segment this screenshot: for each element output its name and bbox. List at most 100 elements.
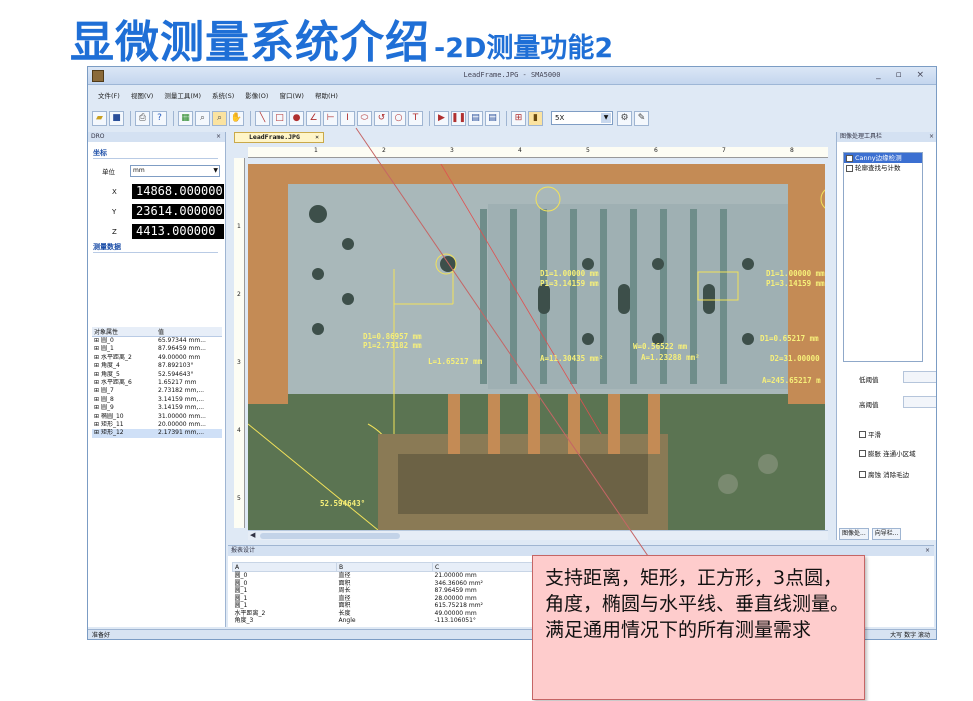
slide-title-main: 显微测量系统介绍 [70,17,430,68]
document-tab[interactable]: LeadFrame.JPG × [234,132,324,143]
table-row[interactable]: ⊞ 矩形_11 20.00000 mm... [92,421,222,429]
crosshair-icon[interactable]: ⊞ [511,110,526,126]
app-window: LeadFrame.JPG - SMA5000 _ ▫ × 文件(F) 视图(V… [87,66,937,640]
menu-help[interactable]: 帮助(H) [315,90,338,100]
play-icon[interactable]: ▶ [434,110,449,126]
circle-tool-icon[interactable]: ● [289,110,304,126]
processing-item-canny[interactable]: Canny边缘检测 [844,153,922,163]
annotation-rect-area: A=1.23288 mm² [641,353,700,362]
horizontal-distance-icon[interactable]: ⊢ [323,110,338,126]
table-row[interactable]: ⊞ 圆_0 65.97344 mm... [92,337,222,346]
three-point-circle-icon[interactable]: ○ [391,110,406,126]
text-tool-icon[interactable]: T [408,110,423,126]
dilate-option[interactable]: 膨胀 连通小区域 [859,448,916,458]
chevron-left-icon[interactable]: ◀ [250,531,255,539]
vertical-distance-icon[interactable]: I [340,110,355,126]
annotation-angle: 52.594643° [320,499,366,508]
table-row[interactable]: ⊞ 水平距离_6 1.65217 mm [92,379,222,387]
table-row[interactable]: ⊞ 圆_1 87.96459 mm... [92,345,222,353]
ellipse-tool-icon[interactable]: ⬭ [357,110,372,126]
horizontal-scrollbar[interactable]: ◀ [248,530,828,540]
table-row[interactable]: 圆_0 面积 346.36060 mm² [233,580,533,588]
menu-measure-tools[interactable]: 测量工具(M) [164,90,201,100]
table-row[interactable]: ⊞ 圆_7 2.73182 mm,... [92,387,222,395]
calibrate-icon[interactable]: ⚙ [617,110,632,126]
table-row[interactable]: 角度_3 Angle -113.106051° [233,617,533,625]
open-icon[interactable]: ▰ [92,110,107,126]
menu-view[interactable]: 视图(V) [131,90,154,100]
toolbar: ▰ ■ ⎙ ? ▦ ⌕ ⌕ ✋ ╲ □ ● ∠ ⊢ I ⬭ ↺ ○ T ▶ ❚❚… [92,107,934,129]
title-bar: LeadFrame.JPG - SMA5000 _ ▫ × [88,67,936,85]
table-row[interactable]: ⊞ 角度_5 52.594643° [92,371,222,379]
print-icon[interactable]: ⎙ [135,110,150,126]
window-controls[interactable]: _ ▫ × [876,70,930,80]
high-threshold-slider[interactable] [903,396,936,408]
row-value: 20.00000 mm... [158,421,206,429]
table-row[interactable]: ⊞ 圆_9 3.14159 mm,... [92,404,222,412]
save-icon[interactable]: ■ [109,110,124,126]
menu-window[interactable]: 窗口(W) [279,90,304,100]
table-row[interactable]: ⊞ 矩形_12 2.17391 mm,... [92,429,222,438]
rectangle-tool-icon[interactable]: □ [272,110,287,126]
processing-item-contour[interactable]: 轮廓查找与计数 [844,163,922,173]
angle-tool-icon[interactable]: ∠ [306,110,321,126]
coord-y-value: 23614.000000 [132,204,224,219]
unit-value: mm [133,167,145,174]
close-icon[interactable]: × [315,133,319,142]
table-row[interactable]: 圆_0 直径 21.00000 mm [233,572,533,580]
arc-tool-icon[interactable]: ↺ [374,110,389,126]
menu-image[interactable]: 影像(O) [245,90,268,100]
save-image-icon[interactable]: ▤ [468,110,483,126]
menu-system[interactable]: 系统(S) [212,90,234,100]
row-name: ⊞ 矩形_11 [94,421,124,429]
checkbox[interactable] [846,154,853,162]
help-icon[interactable]: ? [152,110,167,126]
ruler-tick: 4 [518,147,522,154]
pan-icon[interactable]: ✋ [229,110,244,126]
zoom-select[interactable]: 5X ▼ [551,111,613,125]
select-zoom-icon[interactable]: ⌕ [212,110,227,126]
low-threshold-slider[interactable] [903,371,936,383]
smooth-option[interactable]: 平滑 [859,429,881,439]
coord-z-label: Z [112,227,117,236]
wrench-icon[interactable]: ✎ [634,110,649,126]
ruler-tick: 6 [654,147,658,154]
close-icon[interactable]: × [929,132,934,142]
coord-x-row: X 14868.000000 [112,184,224,199]
table-row[interactable]: ⊞ 角度_4 87.892103° [92,362,222,370]
close-icon[interactable]: × [216,132,221,142]
chevron-down-icon: ▼ [213,167,218,174]
table-row[interactable]: ⊞ 椭圆_10 31.00000 mm... [92,413,222,421]
chevron-down-icon: ▼ [601,113,611,123]
checkbox[interactable] [859,470,866,478]
checkbox[interactable] [846,164,853,172]
vertical-ruler: 1 2 3 4 5 [234,158,245,528]
table-row[interactable]: 圆_1 直径 28.00000 mm [233,595,533,603]
checkbox[interactable] [859,430,866,438]
unit-select[interactable]: mm ▼ [130,165,220,177]
row-value: 49.00000 mm [158,353,201,361]
menu-file[interactable]: 文件(F) [98,90,120,100]
zoom-icon[interactable]: ⌕ [195,110,210,126]
tab-image-processing[interactable]: 图像处... [839,528,869,540]
table-row[interactable]: 圆_1 面积 615.75218 mm² [233,602,533,610]
ruler-icon[interactable]: ▮ [528,110,543,126]
save-report-icon[interactable]: ▤ [485,110,500,126]
tab-wizard[interactable]: 向导栏... [871,528,902,540]
close-icon[interactable]: × [925,546,930,556]
table-row[interactable]: ⊞ 圆_8 3.14159 mm,... [92,396,222,404]
table-row[interactable]: ⊞ 水平距离_2 49.00000 mm [92,354,222,362]
table-row[interactable]: 水平距离_2 长度 49.00000 mm [233,610,533,618]
image-canvas[interactable]: D1=1.00000 mm P1=3.14159 mm D1=1.00000 m… [248,164,825,530]
line-tool-icon[interactable]: ╲ [255,110,270,126]
row-name: ⊞ 圆_9 [94,404,114,412]
scroll-thumb[interactable] [260,533,400,539]
grid-icon[interactable]: ▦ [178,110,193,126]
pause-icon[interactable]: ❚❚ [451,110,466,126]
checkbox[interactable] [859,449,866,457]
annotation-circle-p1: P1=3.14159 mm [540,279,599,288]
table-row[interactable]: 圆_1 周长 87.96459 mm [233,587,533,595]
image-processing-title: 图像处理工具栏 [840,133,883,140]
row-value: 87.96459 mm... [158,345,206,353]
erode-option[interactable]: 腐蚀 消除毛边 [859,469,909,479]
